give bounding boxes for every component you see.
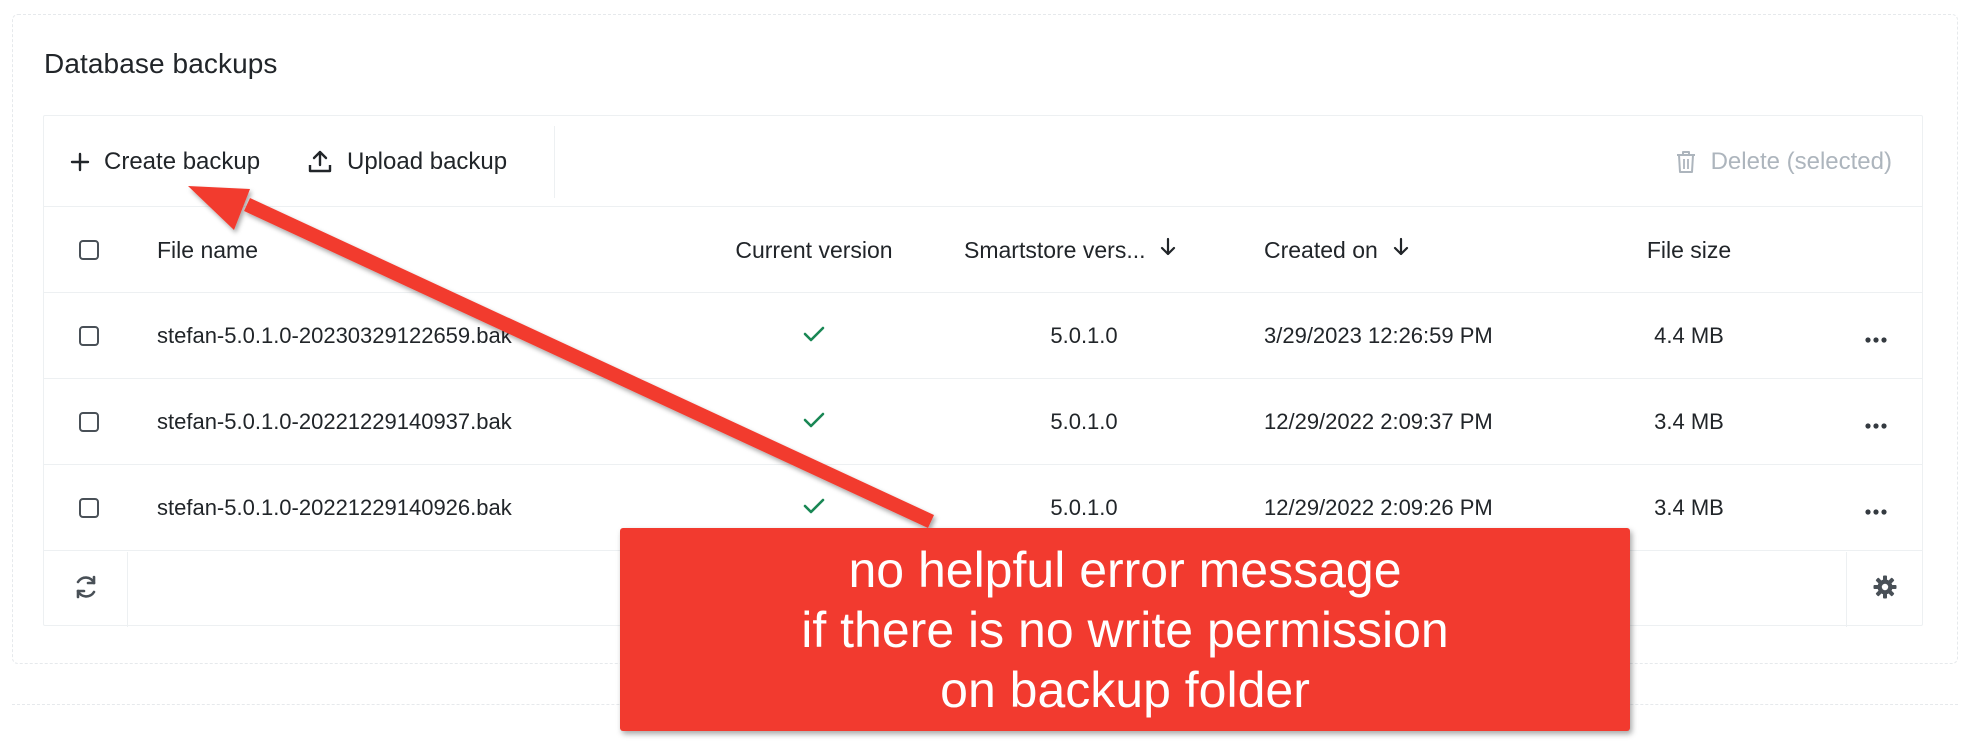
section-title: Database backups [44, 48, 278, 79]
file-size-cell: 4.4 MB [1654, 323, 1724, 348]
trash-icon [1675, 149, 1697, 175]
table-row[interactable]: stefan-5.0.1.0-20221229140937.bak 5.0.1.… [44, 379, 1922, 465]
select-all-cell [74, 207, 104, 293]
column-smartstore-version[interactable]: Smartstore vers... [964, 207, 1224, 293]
more-dots-icon [1865, 323, 1887, 349]
annotation-line-1: no helpful error message [848, 541, 1402, 598]
arrow-down-icon [1392, 237, 1410, 263]
row-select-cell [74, 379, 104, 465]
create-backup-button[interactable]: Create backup [70, 144, 260, 180]
select-all-checkbox[interactable] [79, 240, 99, 260]
current-version-cell [724, 293, 904, 379]
check-icon [803, 495, 825, 521]
refresh-icon [73, 574, 99, 605]
row-checkbox[interactable] [79, 326, 99, 346]
annotation-line-2: if there is no write permission [801, 601, 1449, 658]
row-checkbox[interactable] [79, 498, 99, 518]
upload-backup-button[interactable]: Upload backup [307, 144, 507, 180]
refresh-button[interactable] [44, 552, 128, 627]
page: Database backups Create backup Upload ba… [0, 0, 1971, 746]
file-name-cell: stefan-5.0.1.0-20221229140926.bak [157, 495, 512, 520]
arrow-down-icon [1159, 237, 1177, 263]
file-size-cell: 3.4 MB [1654, 495, 1724, 520]
row-checkbox[interactable] [79, 412, 99, 432]
row-actions-button[interactable] [1856, 293, 1896, 379]
file-name-cell: stefan-5.0.1.0-20221229140937.bak [157, 409, 512, 434]
file-name-cell: stefan-5.0.1.0-20230329122659.bak [157, 323, 512, 348]
delete-selected-label: Delete (selected) [1710, 148, 1892, 175]
grid-toolbar: Create backup Upload backup Delete (sele… [44, 116, 1922, 207]
check-icon [803, 409, 825, 435]
table-row[interactable]: stefan-5.0.1.0-20230329122659.bak 5.0.1.… [44, 293, 1922, 379]
column-smartstore-version-label: Smartstore vers... [964, 236, 1146, 263]
row-actions-button[interactable] [1856, 465, 1896, 551]
toolbar-divider [554, 126, 555, 198]
column-created-on-label: Created on [1264, 236, 1378, 263]
upload-backup-label: Upload backup [347, 148, 508, 175]
current-version-cell [724, 379, 904, 465]
table-header: File name Current version Smartstore ver… [44, 207, 1922, 293]
row-select-cell [74, 465, 104, 551]
more-dots-icon [1865, 409, 1887, 435]
check-icon [803, 323, 825, 349]
settings-button[interactable] [1846, 552, 1922, 627]
row-actions-button[interactable] [1856, 379, 1896, 465]
delete-selected-button[interactable]: Delete (selected) [1675, 144, 1892, 180]
created-on-cell: 3/29/2023 12:26:59 PM [1264, 323, 1493, 348]
plus-icon [70, 152, 90, 172]
create-backup-label: Create backup [104, 148, 261, 175]
created-on-cell: 12/29/2022 2:09:37 PM [1264, 409, 1493, 434]
upload-icon [307, 149, 333, 175]
row-select-cell [74, 293, 104, 379]
column-file-name[interactable]: File name [157, 207, 258, 293]
column-created-on[interactable]: Created on [1264, 207, 1410, 293]
annotation-line-3: on backup folder [940, 661, 1310, 718]
column-file-size[interactable]: File size [1634, 207, 1744, 293]
version-cell: 5.0.1.0 [1050, 409, 1118, 434]
file-size-cell: 3.4 MB [1654, 409, 1724, 434]
annotation-callout: no helpful error message if there is no … [620, 528, 1630, 731]
version-cell: 5.0.1.0 [1050, 323, 1118, 348]
gear-icon [1872, 574, 1898, 605]
more-dots-icon [1865, 495, 1887, 521]
column-current-version[interactable]: Current version [724, 207, 904, 293]
